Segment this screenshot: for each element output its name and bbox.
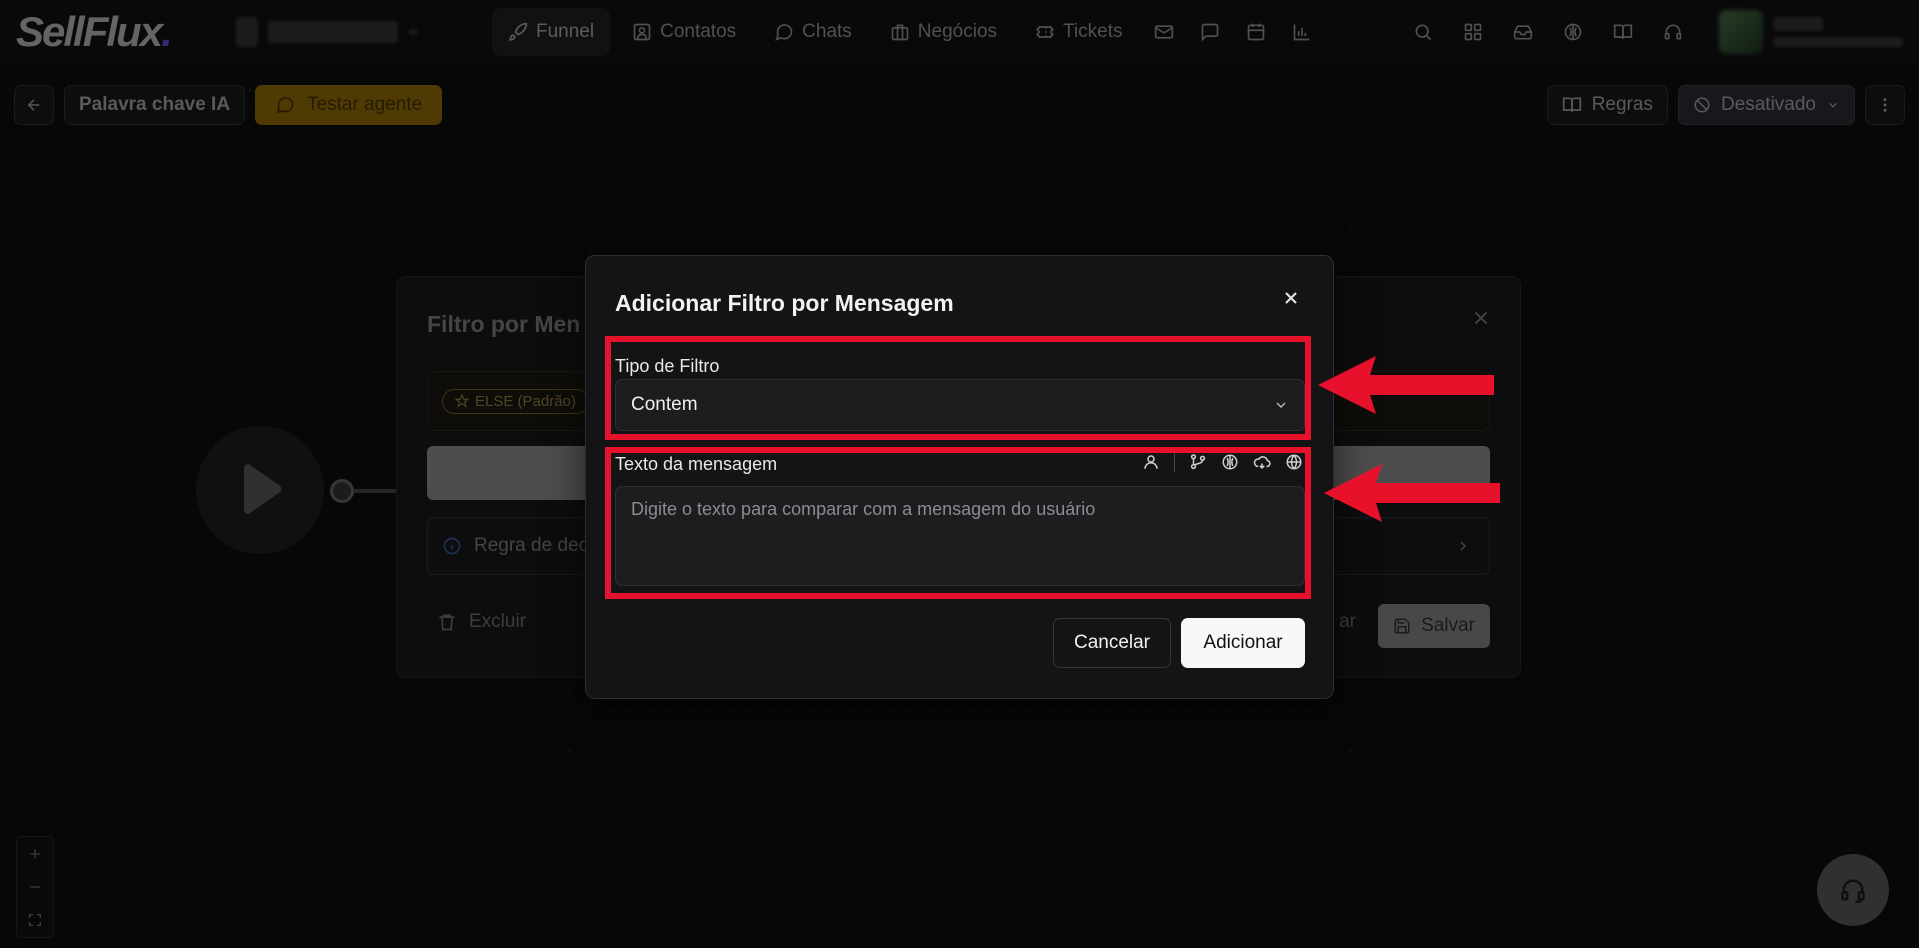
add-label: Adicionar	[1203, 632, 1283, 653]
close-icon	[1285, 292, 1297, 304]
cancel-label: Cancelar	[1073, 632, 1151, 653]
dialog-title: Adicionar Filtro por Mensagem	[615, 290, 954, 316]
message-text-highlight	[605, 447, 1311, 599]
dialog-close-button[interactable]	[1279, 286, 1303, 310]
add-button[interactable]: Adicionar	[1181, 618, 1305, 668]
annotation-arrow-icon	[1318, 356, 1494, 414]
cancel-button[interactable]: Cancelar	[1053, 618, 1171, 668]
filter-type-highlight	[605, 336, 1311, 440]
annotation-arrow-icon	[1324, 464, 1500, 522]
